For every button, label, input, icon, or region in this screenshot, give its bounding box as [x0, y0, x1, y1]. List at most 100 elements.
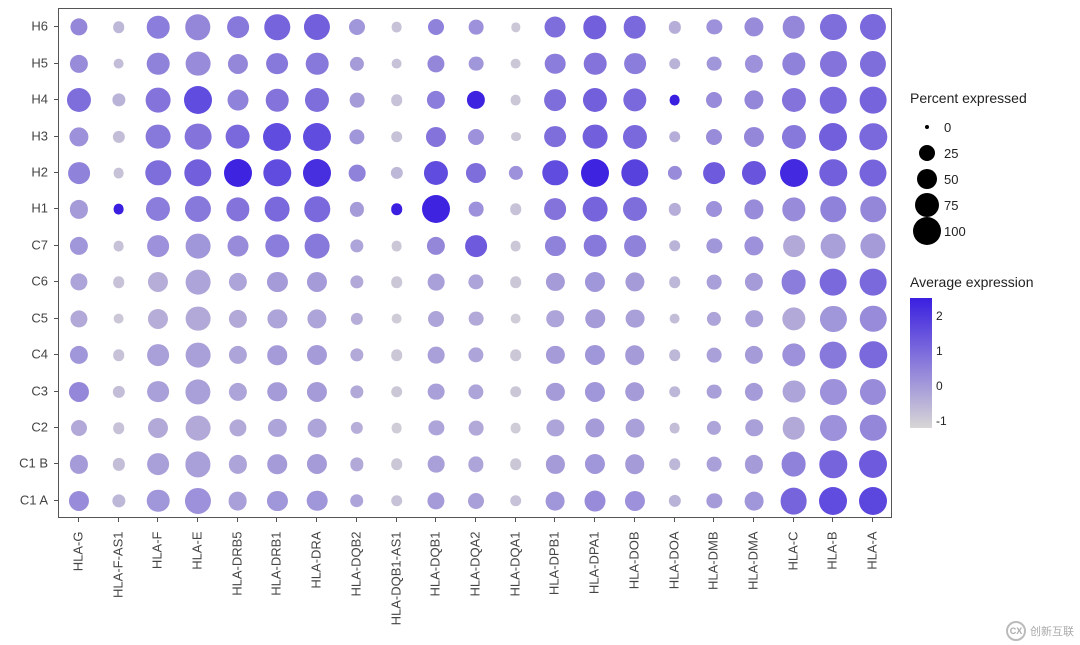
dot [510, 276, 522, 288]
dot [146, 197, 170, 221]
dot [744, 236, 763, 255]
dot [744, 126, 764, 146]
dot [268, 309, 287, 328]
dot [860, 87, 887, 114]
dot [782, 16, 805, 39]
dot [820, 14, 846, 40]
dot [707, 348, 722, 363]
dot [184, 86, 212, 114]
dot [351, 312, 363, 324]
color-legend-tick: 0 [936, 379, 943, 393]
dot [428, 274, 445, 291]
x-tick-label: HLA-DPA1 [587, 532, 602, 645]
dot [468, 384, 483, 399]
dot [186, 233, 211, 258]
x-tick-label: HLA-DRB1 [269, 532, 284, 645]
dot [70, 346, 88, 364]
dot [707, 493, 722, 508]
size-legend-label: 25 [944, 146, 958, 161]
dot [113, 276, 125, 288]
dot [147, 381, 169, 403]
dot [268, 345, 288, 365]
dot [707, 275, 722, 290]
dot [624, 53, 646, 75]
dot [391, 204, 403, 216]
dot [744, 18, 763, 37]
dot [268, 419, 286, 437]
dot [229, 419, 246, 436]
dot [185, 452, 210, 477]
dot [113, 21, 125, 33]
dot [426, 126, 446, 146]
dot [669, 423, 680, 434]
dot [585, 454, 605, 474]
x-tick-label: HLA-DRB5 [229, 532, 244, 645]
dot [547, 419, 564, 436]
dot [391, 58, 402, 69]
dot [469, 202, 484, 217]
dot [350, 276, 363, 289]
x-tick-label: HLA-DPB1 [547, 532, 562, 645]
dot [112, 93, 125, 106]
color-legend: Average expression 210-1 [910, 274, 1070, 428]
dot [70, 237, 88, 255]
dot [782, 343, 805, 366]
dot [583, 197, 608, 222]
dot [467, 91, 485, 109]
dot [782, 88, 806, 112]
watermark-icon: CX [1006, 621, 1026, 641]
dot [745, 273, 763, 291]
dot [782, 52, 805, 75]
dot [583, 88, 607, 112]
dot [112, 494, 125, 507]
dot [581, 159, 609, 187]
dot [424, 161, 448, 185]
dotplot-panel [58, 8, 892, 518]
dot [427, 91, 445, 109]
dot [510, 459, 522, 471]
dot [70, 19, 87, 36]
dot [707, 238, 722, 253]
dot [625, 491, 645, 511]
dot [707, 20, 722, 35]
dot [70, 55, 88, 73]
dot [229, 310, 247, 328]
dot [859, 487, 887, 515]
dot [669, 95, 680, 106]
dot [625, 345, 645, 365]
dot [349, 93, 364, 108]
dot [625, 382, 645, 402]
dot [510, 240, 521, 251]
dot [624, 16, 647, 39]
y-tick-label: H1 [0, 201, 48, 216]
dot [185, 123, 212, 150]
dot [706, 92, 722, 108]
dot [69, 127, 88, 146]
dot [306, 52, 329, 75]
dot [468, 275, 483, 290]
dot [112, 385, 124, 397]
dot [391, 94, 403, 106]
dot [186, 51, 211, 76]
dot [780, 159, 808, 187]
dot [859, 450, 887, 478]
color-legend-title: Average expression [910, 274, 1070, 290]
dot [391, 349, 403, 361]
x-tick-label: HLA-E [190, 532, 205, 645]
x-tick-label: HLA-DQB1 [428, 532, 443, 645]
dot [510, 313, 521, 324]
y-tick-label: H6 [0, 19, 48, 34]
dot [70, 274, 87, 291]
x-tick-label: HLA-F [150, 532, 165, 645]
dot [113, 349, 125, 361]
dot [224, 159, 252, 187]
dot [263, 123, 291, 151]
dot [227, 90, 248, 111]
dot [781, 270, 806, 295]
dot [69, 491, 89, 511]
dot [511, 23, 520, 32]
dot [225, 124, 250, 149]
y-tick-label: C1 A [0, 492, 48, 507]
dot [265, 14, 290, 39]
dot [148, 418, 168, 438]
